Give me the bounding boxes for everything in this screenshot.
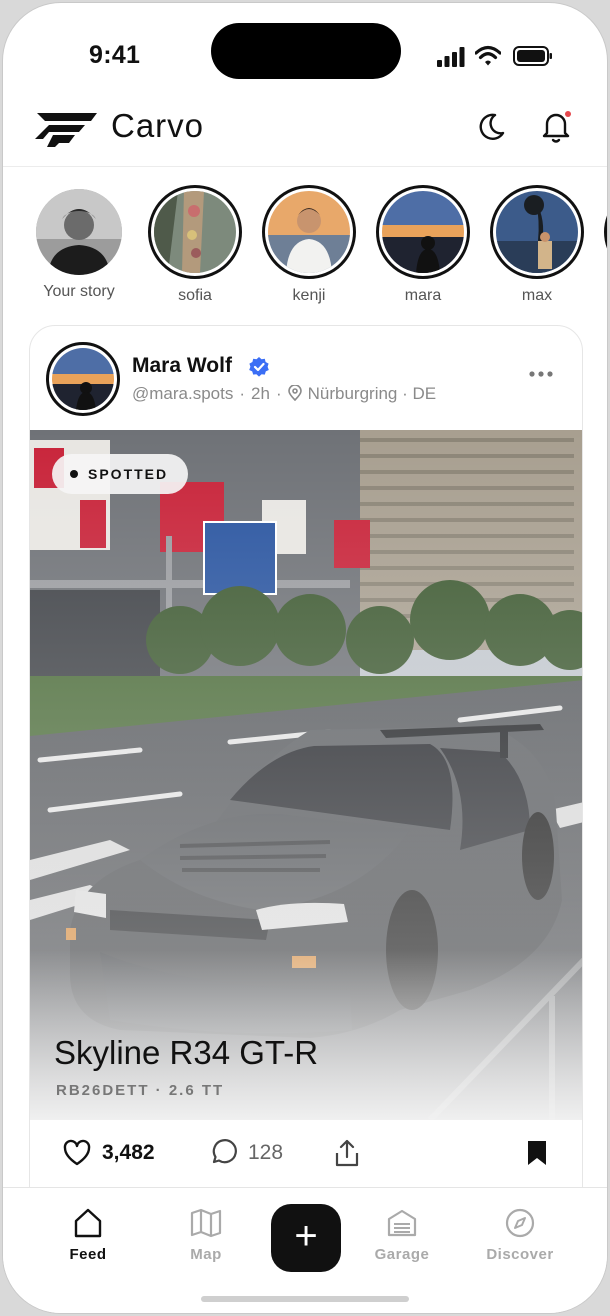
like-count: 3,482: [102, 1141, 155, 1164]
story-sofia[interactable]: sofia: [145, 185, 245, 305]
tab-bar: Feed Map + Garage Discover: [3, 1187, 607, 1313]
garage-icon: [387, 1209, 417, 1237]
avatar: [268, 191, 350, 273]
story-partial[interactable]: [601, 185, 607, 279]
signal-icon: [437, 47, 465, 67]
story-name: kenji: [292, 287, 326, 304]
story-name: mara: [404, 287, 442, 304]
like-button[interactable]: 3,482: [62, 1138, 155, 1168]
stories-row: Your story sofia kenji mara max: [3, 185, 607, 315]
map-icon: [190, 1208, 222, 1238]
avatar: [36, 189, 122, 275]
create-post-button[interactable]: +: [271, 1204, 341, 1272]
story-name: max: [521, 287, 553, 304]
verified-icon: [249, 357, 269, 377]
bookmark-icon: [528, 1141, 546, 1165]
post-card: Mara Wolf @mara.spots · 2h · Nürburgring · D…: [29, 325, 583, 1225]
comment-button[interactable]: 128: [208, 1138, 283, 1168]
more-options-icon[interactable]: [528, 370, 554, 378]
story-mara[interactable]: mara: [373, 185, 473, 305]
car-subtitle: RB26DETT · 2.6 TT: [56, 1082, 225, 1099]
avatar: [382, 191, 464, 273]
tab-label: Garage: [374, 1246, 430, 1263]
story-name: sofia: [178, 287, 212, 304]
post-age: 2h: [251, 384, 270, 403]
battery-icon: [513, 46, 552, 66]
plus-icon: +: [294, 1214, 318, 1258]
status-bar: 9:41: [3, 3, 607, 93]
car-photo-illustration: [30, 430, 582, 1120]
tab-map[interactable]: Map: [151, 1206, 261, 1263]
notification-dot: [565, 111, 571, 117]
comment-count: 128: [248, 1141, 284, 1164]
comment-icon: [212, 1139, 237, 1164]
location-pin-icon: [287, 385, 302, 401]
wifi-icon: [475, 45, 501, 66]
tab-garage[interactable]: Garage: [347, 1206, 457, 1263]
bell-icon[interactable]: [539, 109, 573, 145]
story-name: Your story: [43, 283, 115, 300]
share-button[interactable]: [332, 1138, 362, 1168]
moon-icon[interactable]: [475, 111, 507, 143]
tab-label: Feed: [69, 1246, 107, 1263]
post-location[interactable]: Nürburgring · DE: [308, 384, 437, 403]
spotted-badge-label: SPOTTED: [88, 466, 169, 482]
avatar: [496, 191, 578, 273]
avatar: [154, 191, 236, 273]
post-photo[interactable]: SPOTTED Skyline R34 GT-R RB26DETT · 2.6 …: [30, 430, 582, 1120]
dynamic-island: [211, 23, 401, 79]
phone-screen: 9:41 Carvo Your story sofia kenji mara m…: [3, 3, 607, 1313]
post-handle[interactable]: @mara.spots: [132, 384, 233, 403]
story-your-story[interactable]: Your story: [29, 185, 129, 301]
post-actions: 3,482 128: [30, 1120, 582, 1190]
tab-label: Map: [190, 1246, 222, 1263]
post-author-name[interactable]: Mara Wolf: [132, 354, 232, 378]
heart-icon: [63, 1139, 91, 1166]
car-title: Skyline R34 GT-R: [54, 1034, 319, 1071]
compass-icon: [505, 1208, 535, 1238]
home-icon: [74, 1208, 102, 1238]
app-header: Carvo: [3, 95, 607, 167]
post-author-avatar[interactable]: [46, 342, 120, 416]
badge-dot-icon: [70, 470, 78, 478]
logo-icon: [35, 113, 97, 147]
bookmark-button[interactable]: [522, 1138, 552, 1168]
tab-label: Discover: [486, 1246, 554, 1263]
status-time: 9:41: [89, 41, 141, 69]
spotted-badge: SPOTTED: [52, 454, 189, 494]
story-kenji[interactable]: kenji: [259, 185, 359, 305]
home-indicator: [201, 1296, 409, 1302]
tab-discover[interactable]: Discover: [465, 1206, 575, 1263]
story-max[interactable]: max: [487, 185, 587, 305]
brand-name: Carvo: [111, 107, 205, 144]
share-icon: [335, 1139, 359, 1167]
post-meta: @mara.spots · 2h · Nürburgring · DE: [132, 384, 437, 403]
tab-feed[interactable]: Feed: [33, 1206, 143, 1263]
